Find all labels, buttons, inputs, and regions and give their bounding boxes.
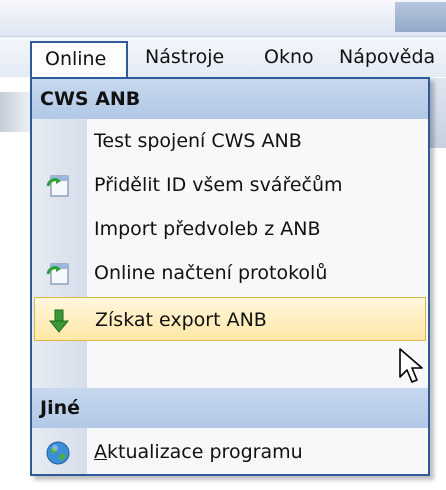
menu-item-label: Import předvoleb z ANB — [94, 218, 321, 240]
menu-item-label-rest: ktualizace programu — [107, 441, 303, 463]
toolbar-strip — [0, 0, 446, 37]
menu-okno[interactable]: Okno — [264, 37, 314, 77]
download-arrow-icon — [48, 309, 70, 333]
menu-item-online-nacteni[interactable]: Online načtení protokolů — [32, 251, 428, 295]
accelerator-key: A — [94, 441, 107, 463]
menu-napoveda[interactable]: Nápověda — [339, 37, 435, 77]
menu-item-label: Získat export ANB — [95, 309, 267, 331]
globe-icon — [46, 441, 70, 465]
menu-item-aktualizace[interactable]: Aktualizace programu — [32, 430, 428, 474]
menu-item-label: Online načtení protokolů — [94, 262, 328, 284]
menu-bar: Online Nástroje Okno Nápověda — [0, 37, 446, 78]
section-header-cws-anb: CWS ANB — [32, 79, 428, 119]
mouse-cursor-icon — [399, 348, 423, 383]
background-window-edge — [0, 78, 30, 490]
toolbar-fragment — [0, 92, 30, 132]
background-window-edge-right — [430, 78, 446, 148]
menu-item-pridelit-id[interactable]: Přidělit ID všem svářečům — [32, 163, 428, 207]
refresh-document-icon — [46, 263, 69, 285]
menu-online[interactable]: Online — [30, 41, 128, 78]
online-dropdown-menu: CWS ANB Test spojení CWS ANB Přidělit ID… — [30, 77, 430, 476]
menu-item-label: Aktualizace programu — [94, 430, 303, 474]
refresh-document-icon — [46, 175, 69, 197]
section-header-jine: Jiné — [32, 388, 428, 428]
menu-item-import-predvoleb[interactable]: Import předvoleb z ANB — [32, 207, 428, 251]
menu-item-label: Přidělit ID všem svářečům — [94, 174, 343, 196]
menu-item-ziskat-export[interactable]: Získat export ANB — [34, 297, 426, 341]
menu-item-test-spojeni[interactable]: Test spojení CWS ANB — [32, 119, 428, 163]
menu-item-label: Test spojení CWS ANB — [94, 130, 302, 152]
menu-nastroje[interactable]: Nástroje — [145, 37, 224, 77]
toolbar-handle — [395, 2, 446, 32]
